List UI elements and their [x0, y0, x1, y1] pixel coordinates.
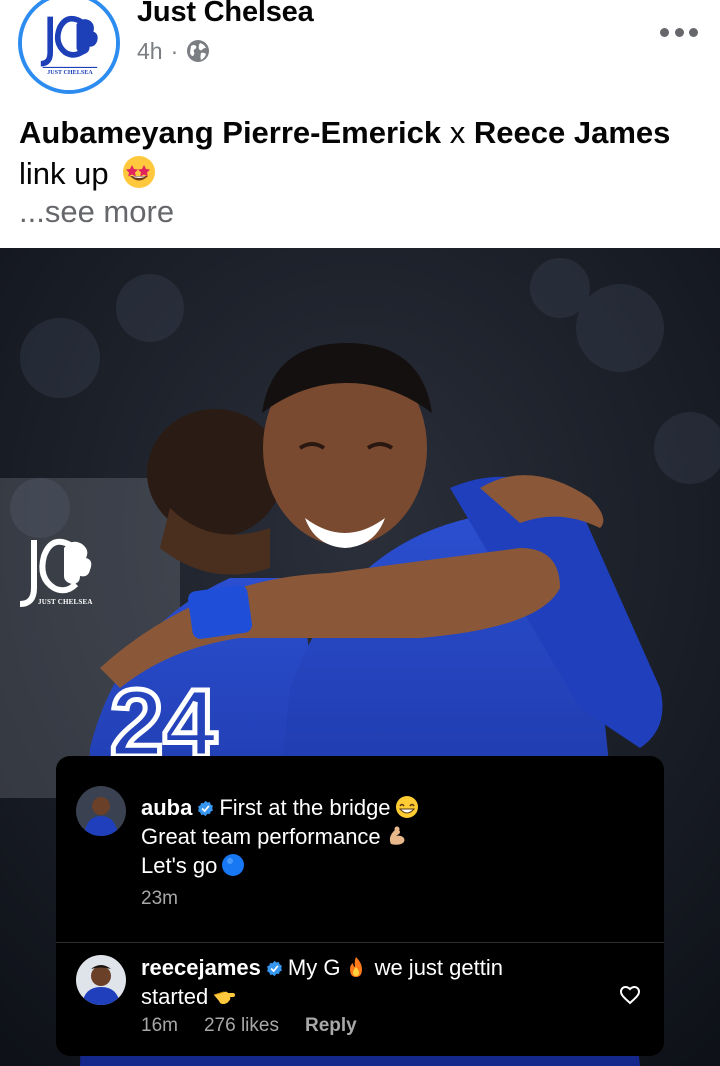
pointing-hand-emoji-icon	[214, 991, 236, 1004]
caption-name-1[interactable]: Aubameyang Pierre-Emerick	[19, 115, 441, 150]
commenter-avatar[interactable]	[76, 955, 126, 1005]
instagram-comments-card: auba First at the bridge Great team perfo…	[56, 756, 664, 1056]
comment-time: 16m	[141, 1015, 178, 1036]
comment-text-c: started	[141, 984, 209, 1009]
star-struck-emoji-icon	[123, 156, 156, 188]
more-dot-icon	[689, 27, 698, 37]
comment-username[interactable]: auba	[141, 795, 192, 820]
verified-badge-icon	[198, 800, 214, 817]
comment-text-a: My G	[287, 955, 341, 980]
comment-body: reecejames My G we just gettin started	[141, 953, 581, 1011]
comment-item: auba First at the bridge Great team perfo…	[56, 774, 664, 924]
heart-icon[interactable]	[618, 983, 642, 1007]
page-avatar[interactable]: JUST CHELSEA	[18, 0, 120, 94]
page-name[interactable]: Just Chelsea	[137, 0, 314, 29]
comment-time: 23m	[141, 888, 178, 909]
comment-line-2: Great team performance	[141, 824, 381, 849]
caption-name-2[interactable]: Reece James	[474, 115, 671, 150]
meta-separator: ·	[170, 37, 179, 64]
reply-button[interactable]: Reply	[305, 1015, 357, 1037]
comment-item: reecejames My G we just gettin started 16…	[56, 942, 664, 1052]
grinning-emoji-icon	[395, 796, 418, 818]
post-header: JUST CHELSEA Just Chelsea 4h ·	[0, 0, 720, 100]
comment-username[interactable]: reecejames	[141, 955, 261, 980]
post-meta: 4h ·	[137, 38, 210, 64]
comment-line-1: First at the bridge	[219, 795, 391, 820]
more-options-button[interactable]	[656, 16, 702, 48]
comment-text-b: we just gettin	[368, 955, 503, 980]
caption-line-2: link up	[19, 156, 109, 191]
post-time[interactable]: 4h	[137, 38, 163, 65]
watermark-text: JUST CHELSEA	[38, 598, 93, 606]
post-caption: Aubameyang Pierre-Emerick x Reece James …	[19, 112, 709, 194]
avatar-image-icon	[76, 786, 126, 836]
comment-likes[interactable]: 276 likes	[204, 1015, 279, 1037]
just-chelsea-logo-icon: JUST CHELSEA	[22, 0, 116, 90]
commenter-avatar[interactable]	[76, 786, 126, 836]
fire-emoji-icon	[350, 957, 363, 977]
verified-badge-icon	[266, 960, 282, 977]
more-dot-icon	[660, 27, 669, 37]
comment-line-3: Let's go	[141, 853, 218, 878]
avatar-caption: JUST CHELSEA	[47, 70, 93, 76]
comment-meta: 16m 276 likes Reply	[141, 1015, 357, 1037]
globe-icon[interactable]	[186, 39, 210, 63]
comment-body: auba First at the bridge Great team perfo…	[141, 793, 601, 880]
see-more-link[interactable]: ...see more	[19, 194, 174, 230]
blue-circle-emoji-icon	[222, 854, 245, 876]
more-dot-icon	[674, 27, 684, 37]
flexed-arm-emoji-icon	[389, 826, 405, 845]
comment-meta: 23m	[141, 888, 178, 910]
post-photo[interactable]: 24 JUST CHELSEA auba First at the bridge …	[0, 248, 720, 1066]
avatar-image-icon	[76, 955, 126, 1005]
caption-connector: x	[441, 115, 474, 150]
